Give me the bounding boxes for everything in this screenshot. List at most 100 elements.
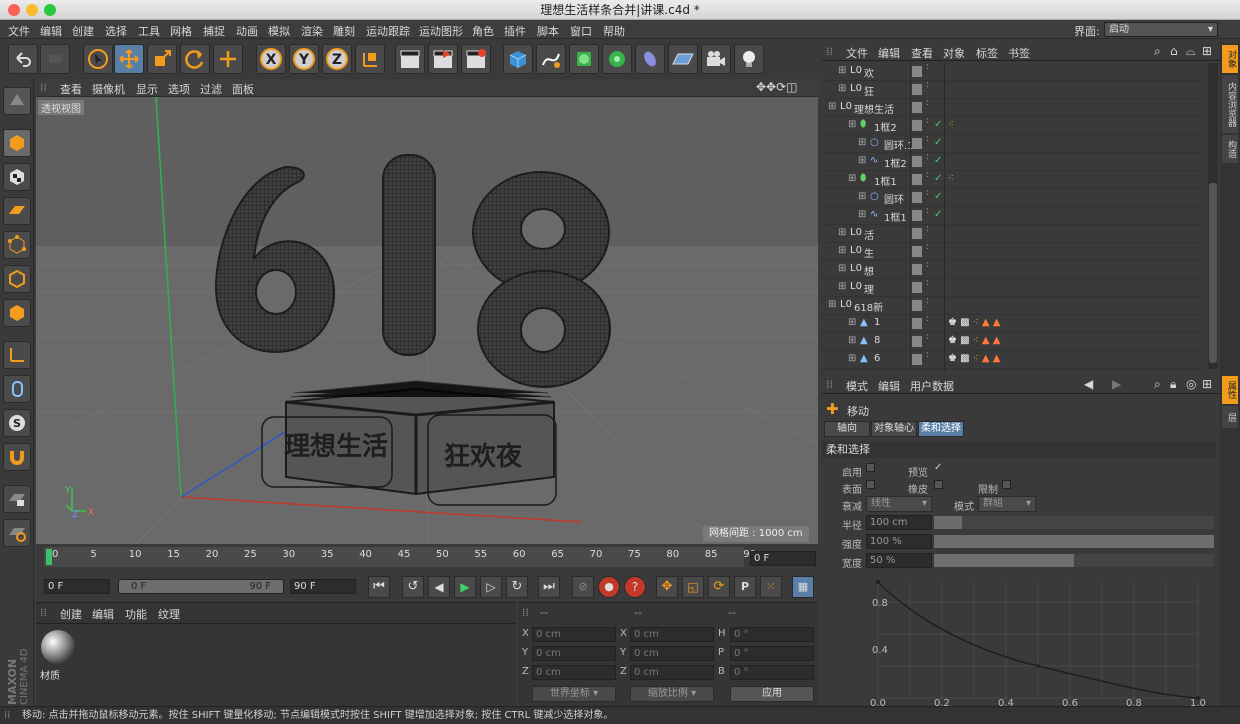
layer-swatch[interactable]: [912, 210, 922, 221]
side-tab-structure[interactable]: 构造: [1222, 135, 1238, 163]
material-menu-edit[interactable]: 编辑: [92, 606, 114, 622]
rotate-tool-button[interactable]: [180, 44, 210, 74]
camera-button[interactable]: [701, 44, 731, 74]
visibility-dots-icon[interactable]: :: [926, 243, 929, 252]
snap-button[interactable]: S: [3, 409, 31, 437]
falloff-dropdown[interactable]: 线性 ▾: [866, 496, 932, 512]
object-row[interactable]: ⊞ ▲ 1: ♚ ▩ ⁖ ▲ ▲: [822, 315, 1206, 333]
object-menu-view[interactable]: 查看: [911, 45, 933, 61]
width-slider[interactable]: [934, 554, 1214, 567]
viewport-menu-panel[interactable]: 面板: [232, 81, 254, 97]
enabled-check-icon[interactable]: ✓: [934, 119, 942, 130]
expand-icon[interactable]: ⊞: [848, 173, 856, 184]
viewport-nav-icons[interactable]: ✥✥⟳◫: [756, 80, 798, 94]
object-menu-file[interactable]: 文件: [846, 45, 868, 61]
tag-icons[interactable]: ♚ ▩ ⁖ ▲ ▲: [948, 317, 1000, 328]
object-row[interactable]: ⊞ ⬮ 1框1: ✓ ⁖: [822, 171, 1206, 189]
menu-mesh[interactable]: 网格: [170, 23, 192, 39]
visibility-dots-icon[interactable]: :: [926, 81, 929, 90]
expand-icon[interactable]: ⊞: [858, 155, 866, 166]
prev-frame-button[interactable]: ◀: [428, 576, 450, 598]
expand-icon[interactable]: ⊞: [838, 263, 846, 274]
layer-swatch[interactable]: [912, 192, 922, 203]
object-name[interactable]: 1框1: [884, 209, 907, 224]
layout-dropdown[interactable]: 启动 ▾: [1104, 22, 1218, 37]
menu-character[interactable]: 角色: [472, 23, 494, 39]
visibility-dots-icon[interactable]: :: [926, 279, 929, 288]
object-name[interactable]: 欢: [864, 65, 874, 80]
expand-icon[interactable]: ⊞: [848, 119, 856, 130]
visibility-dots-icon[interactable]: :: [926, 153, 929, 162]
expand-icon[interactable]: ⊞: [838, 83, 846, 94]
visibility-dots-icon[interactable]: :: [926, 99, 929, 108]
workplane-mode-button[interactable]: [3, 519, 31, 547]
scale-tool-button[interactable]: [147, 44, 177, 74]
menu-motion-tracking[interactable]: 运动跟踪: [366, 23, 410, 39]
menu-tools[interactable]: 工具: [138, 23, 160, 39]
size-x-field[interactable]: 0 cm: [630, 627, 714, 642]
visibility-dots-icon[interactable]: :: [926, 225, 929, 234]
side-tab-objects[interactable]: 对象: [1222, 45, 1238, 73]
object-row[interactable]: ⊞ L0 理:: [822, 279, 1206, 297]
layer-swatch[interactable]: [912, 264, 922, 275]
scale-mode-dropdown[interactable]: 缩放比例 ▾: [630, 686, 714, 702]
material-menu-function[interactable]: 功能: [125, 606, 147, 622]
search-icon[interactable]: ⌕: [1154, 44, 1161, 59]
object-row[interactable]: ⊞ L0 生:: [822, 243, 1206, 261]
object-row[interactable]: ⊞ ∿ 1框2: ✓: [822, 153, 1206, 171]
object-scrollbar[interactable]: [1208, 63, 1218, 369]
object-name[interactable]: 理想生活: [854, 101, 894, 116]
viewport-menu-display[interactable]: 显示: [136, 81, 158, 97]
side-tab-content-browser[interactable]: 内容浏览器: [1222, 75, 1238, 133]
back-arrow-icon[interactable]: ◀: [1084, 377, 1093, 391]
menu-edit[interactable]: 编辑: [40, 23, 62, 39]
tag-icons[interactable]: ♚ ▩ ⁖ ▲ ▲: [948, 353, 1000, 364]
menu-select[interactable]: 选择: [105, 23, 127, 39]
close-icon[interactable]: [8, 4, 20, 16]
object-row[interactable]: ⊞ ○ 圆环.1: ✓: [822, 135, 1206, 153]
enabled-check-icon[interactable]: ✓: [934, 155, 942, 166]
spline-pen-button[interactable]: [536, 44, 566, 74]
visibility-dots-icon[interactable]: :: [926, 351, 929, 360]
timeline-window-button[interactable]: ▦: [792, 576, 814, 598]
cube-primitive-button[interactable]: [503, 44, 533, 74]
tab-axis[interactable]: 轴向: [824, 421, 870, 437]
object-menu-bookmarks[interactable]: 书签: [1008, 45, 1030, 61]
visibility-dots-icon[interactable]: :: [926, 297, 929, 306]
workplane-button[interactable]: [3, 197, 31, 225]
go-to-end-button[interactable]: ⏭: [538, 576, 560, 598]
subdivision-surface-button[interactable]: [569, 44, 599, 74]
layer-swatch[interactable]: [912, 246, 922, 257]
layer-swatch[interactable]: [912, 138, 922, 149]
attribute-menu-mode[interactable]: 模式: [846, 378, 868, 394]
preview-checkbox[interactable]: ✓: [934, 462, 942, 473]
layer-swatch[interactable]: [912, 318, 922, 329]
target-icon[interactable]: ◎: [1186, 377, 1196, 391]
object-name[interactable]: 狂: [864, 83, 874, 98]
current-frame-field[interactable]: 0 F: [750, 551, 816, 566]
layer-swatch[interactable]: [912, 102, 922, 113]
strength-field[interactable]: 100 %: [866, 534, 932, 549]
autokey-button[interactable]: ?: [624, 576, 646, 598]
key-position-button[interactable]: ✥: [656, 576, 678, 598]
object-row[interactable]: ⊞ L0 理想生活:: [822, 99, 1206, 117]
object-row[interactable]: ⊞ ∿ 1框1: ✓: [822, 207, 1206, 225]
forward-arrow-icon[interactable]: ▶: [1112, 377, 1121, 391]
object-name[interactable]: 理: [864, 281, 874, 296]
menu-animate[interactable]: 动画: [236, 23, 258, 39]
side-tab-attributes[interactable]: 属性: [1222, 376, 1238, 404]
object-name[interactable]: 1框2: [884, 155, 907, 170]
enable-checkbox[interactable]: [866, 463, 875, 472]
texture-mode-button[interactable]: [3, 163, 31, 191]
model-mode-button[interactable]: [3, 129, 31, 157]
enabled-check-icon[interactable]: ✓: [934, 137, 942, 148]
expand-icon[interactable]: ⊞: [858, 137, 866, 148]
object-name[interactable]: 618新: [854, 299, 883, 314]
points-mode-button[interactable]: [3, 231, 31, 259]
transform-tool-button[interactable]: [213, 44, 243, 74]
object-name[interactable]: 1框2: [874, 119, 897, 134]
expand-icon[interactable]: ⊞: [848, 353, 856, 364]
size-y-field[interactable]: 0 cm: [630, 646, 714, 661]
strength-slider[interactable]: [934, 535, 1214, 548]
expand-icon[interactable]: ⊞: [828, 299, 836, 310]
